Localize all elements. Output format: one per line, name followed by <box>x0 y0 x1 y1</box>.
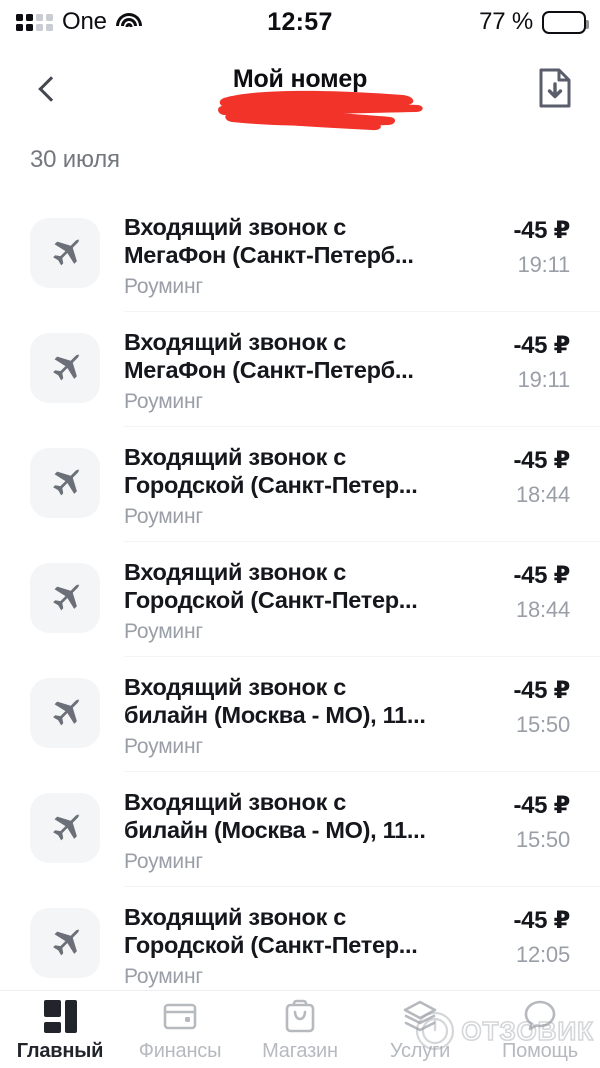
tab-icon-container <box>163 999 197 1033</box>
row-subtitle: Роуминг <box>124 965 203 989</box>
row-time: 18:44 <box>515 482 570 507</box>
row-title: Входящий звонок с Городской (Санкт-Петер.… <box>124 444 418 498</box>
battery-percent-label: 77 % <box>479 8 533 35</box>
row-title: Входящий звонок с МегаФон (Санкт-Петерб..… <box>124 214 414 268</box>
row-amount: -45 ₽ <box>513 792 570 819</box>
row-text-block: Входящий звонок с Городской (Санкт-Петер.… <box>124 904 474 989</box>
transaction-list[interactable]: Входящий звонок с МегаФон (Санкт-Петерб..… <box>0 196 600 990</box>
airplane-icon <box>53 238 80 266</box>
wallet-icon <box>163 1003 197 1030</box>
row-amount: -45 ₽ <box>513 677 570 704</box>
airplane-icon <box>53 353 80 381</box>
row-subtitle: Роуминг <box>124 390 203 414</box>
row-subtitle: Роуминг <box>124 735 203 759</box>
tab-label: Магазин <box>262 1040 338 1062</box>
row-title: Входящий звонок с билайн (Москва - МО), 1… <box>124 789 426 843</box>
row-meta-block: -45 ₽ 19:11 <box>513 331 570 393</box>
row-meta-block: -45 ₽ 15:50 <box>513 791 570 853</box>
transaction-row[interactable]: Входящий звонок с Городской (Санкт-Петер.… <box>0 541 600 656</box>
tab-shop[interactable]: Магазин <box>240 999 360 1063</box>
row-text-block: Входящий звонок с МегаФон (Санкт-Петерб..… <box>124 329 474 414</box>
row-time: 15:50 <box>515 827 570 852</box>
tab-label: Помощь <box>501 1040 579 1062</box>
row-amount: -45 ₽ <box>513 332 570 359</box>
row-time: 19:11 <box>517 367 571 392</box>
transaction-row[interactable]: Входящий звонок с билайн (Москва - МО), 1… <box>0 656 600 771</box>
row-text-block: Входящий звонок с Городской (Санкт-Петер.… <box>124 559 474 644</box>
tab-icon-container <box>403 999 437 1033</box>
row-icon-container <box>30 793 100 863</box>
grid-icon <box>43 999 77 1033</box>
row-icon-container <box>30 678 100 748</box>
row-meta-block: -45 ₽ 12:05 <box>513 906 570 968</box>
row-icon-container <box>30 333 100 403</box>
airplane-icon <box>53 583 80 611</box>
airplane-icon <box>53 813 80 841</box>
bottom-tab-bar: Главный Финансы Магазин Услуги Помощь <box>0 990 600 1068</box>
nav-header: Мой номер <box>0 55 600 127</box>
row-time: 19:11 <box>517 252 571 277</box>
row-subtitle: Роуминг <box>124 850 203 874</box>
row-meta-block: -45 ₽ 19:11 <box>513 216 570 278</box>
tab-label: Услуги <box>389 1040 451 1062</box>
row-text-block: Входящий звонок с билайн (Москва - МО), 1… <box>124 674 474 759</box>
download-button[interactable] <box>532 65 578 111</box>
row-subtitle: Роуминг <box>124 505 203 529</box>
tab-label: Главный <box>16 1040 104 1062</box>
row-time: 18:44 <box>515 597 570 622</box>
tab-icon-container <box>524 999 556 1033</box>
row-amount: -45 ₽ <box>513 562 570 589</box>
row-meta-block: -45 ₽ 18:44 <box>513 446 570 508</box>
tab-icon-container <box>285 999 315 1033</box>
row-text-block: Входящий звонок с Городской (Санкт-Петер.… <box>124 444 474 529</box>
row-amount: -45 ₽ <box>513 447 570 474</box>
row-subtitle: Роуминг <box>124 275 203 299</box>
row-meta-block: -45 ₽ 15:50 <box>513 676 570 738</box>
row-meta-block: -45 ₽ 18:44 <box>513 561 570 623</box>
row-title: Входящий звонок с Городской (Санкт-Петер.… <box>124 904 418 958</box>
row-title: Входящий звонок с МегаФон (Санкт-Петерб..… <box>124 329 414 383</box>
phone-screen: One 12:57 77 % Мой номер 30 июля Входящи… <box>0 0 600 1068</box>
date-section-header: 30 июля <box>30 146 120 173</box>
transaction-row[interactable]: Входящий звонок с билайн (Москва - МО), 1… <box>0 771 600 886</box>
tab-icon-container <box>43 999 77 1033</box>
status-bar: One 12:57 77 % <box>0 0 600 44</box>
row-text-block: Входящий звонок с МегаФон (Санкт-Петерб..… <box>124 214 474 299</box>
airplane-icon <box>53 698 80 726</box>
battery-icon <box>542 10 589 34</box>
tab-main[interactable]: Главный <box>0 999 120 1063</box>
row-title: Входящий звонок с билайн (Москва - МО), 1… <box>124 674 426 728</box>
tab-finance[interactable]: Финансы <box>120 999 240 1063</box>
status-bar-right: 77 % <box>479 8 589 36</box>
tab-help[interactable]: Помощь <box>480 999 600 1063</box>
layers-icon <box>403 1000 437 1032</box>
speech-bubble-icon <box>524 1000 556 1031</box>
row-amount: -45 ₽ <box>513 217 570 244</box>
row-amount: -45 ₽ <box>513 907 570 934</box>
shopping-bag-icon <box>285 999 315 1033</box>
row-time: 12:05 <box>515 942 570 967</box>
airplane-icon <box>53 928 80 956</box>
download-document-icon <box>539 68 571 108</box>
transaction-row[interactable]: Входящий звонок с МегаФон (Санкт-Петерб..… <box>0 196 600 311</box>
row-time: 15:50 <box>515 712 570 737</box>
page-title: Мой номер <box>232 65 368 93</box>
row-subtitle: Роуминг <box>124 620 203 644</box>
row-icon-container <box>30 563 100 633</box>
row-title: Входящий звонок с Городской (Санкт-Петер.… <box>124 559 418 613</box>
row-icon-container <box>30 448 100 518</box>
row-text-block: Входящий звонок с билайн (Москва - МО), 1… <box>124 789 474 874</box>
transaction-row[interactable]: Входящий звонок с Городской (Санкт-Петер.… <box>0 886 600 990</box>
tab-label: Финансы <box>138 1040 222 1062</box>
transaction-row[interactable]: Входящий звонок с МегаФон (Санкт-Петерб..… <box>0 311 600 426</box>
airplane-icon <box>53 468 80 496</box>
tab-services[interactable]: Услуги <box>360 999 480 1063</box>
transaction-row[interactable]: Входящий звонок с Городской (Санкт-Петер.… <box>0 426 600 541</box>
row-icon-container <box>30 218 100 288</box>
row-icon-container <box>30 908 100 978</box>
